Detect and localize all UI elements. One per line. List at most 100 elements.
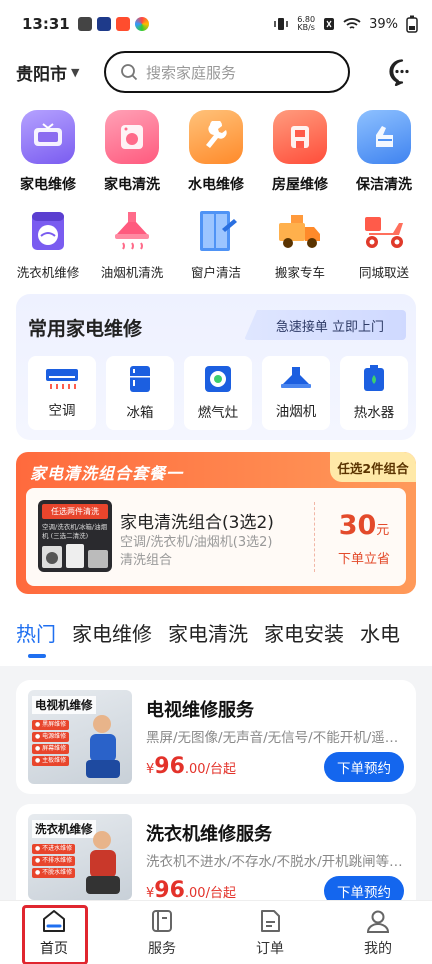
category-tabs: 热门 家电维修 家电清洗 家电安装 水电 <box>16 612 432 666</box>
category-label: 洗衣机维修 <box>16 265 80 280</box>
search-input[interactable]: 搜索家庭服务 <box>104 51 350 93</box>
nav-orders[interactable]: 订单 <box>216 901 324 964</box>
category-washer-repair[interactable]: 洗衣机维修 <box>7 208 89 281</box>
category-label: 水电维修 <box>188 177 244 193</box>
book-button[interactable]: 下单预约 <box>324 752 404 782</box>
category-hood-clean[interactable]: 油烟机清洗 <box>91 208 173 281</box>
appliance-label: 冰箱 <box>126 405 154 421</box>
combo-name: 家电清洗组合(3选2) <box>120 513 274 533</box>
tab-appliance-install[interactable]: 家电安装 <box>264 612 344 656</box>
appliance-water-heater[interactable]: 热水器 <box>340 356 408 430</box>
cleaning-icon <box>357 110 411 164</box>
category-tv-repair[interactable]: 家电维修 <box>7 110 89 194</box>
category-window-clean[interactable]: 窗户清洁 <box>175 208 257 281</box>
service-card[interactable]: 电视机维修 ● 黑屏维修 ● 电源维修 ● 屏幕维修 ● 主板维修 电视维修服务 黑屏… <box>16 680 416 794</box>
category-plumbing-electric[interactable]: 水电维修 <box>175 110 257 194</box>
nav-label: 我的 <box>364 940 392 957</box>
delivery-scooter-icon <box>361 208 407 254</box>
washing-clean-icon <box>105 110 159 164</box>
common-repair-card: 常用家电维修 急速接单 立即上门 空调 冰箱 燃气灶 油烟机 热水器 <box>16 294 416 440</box>
nav-profile[interactable]: 我的 <box>324 901 432 964</box>
nav-service[interactable]: 服务 <box>108 901 216 964</box>
category-label: 窗户清洁 <box>190 265 241 280</box>
battery-icon <box>406 15 418 33</box>
tab-indicator <box>28 654 46 658</box>
appliance-range-hood[interactable]: 油烟机 <box>262 356 330 430</box>
category-house-repair[interactable]: 房屋维修 <box>259 110 341 194</box>
sim-icon <box>324 18 335 30</box>
wifi-icon <box>343 18 361 29</box>
divider <box>314 502 315 572</box>
category-label: 油烟机清洗 <box>100 265 164 280</box>
category-city-delivery[interactable]: 同城取送 <box>343 208 425 281</box>
category-label: 家电维修 <box>20 177 76 193</box>
search-icon <box>121 64 138 81</box>
order-icon <box>261 909 280 932</box>
caret-down-icon: ▼ <box>71 65 80 79</box>
service-desc: 洗衣机不进水/不存水/不脱水/开机跳闸等故障 <box>146 854 408 870</box>
tab-hot[interactable]: 热门 <box>16 612 56 658</box>
appliance-gas-stove[interactable]: 燃气灶 <box>184 356 252 430</box>
fridge-icon <box>130 366 150 392</box>
appliance-label: 空调 <box>48 403 76 419</box>
tab-plumbing[interactable]: 水电 <box>360 612 400 656</box>
appliance-label: 燃气灶 <box>197 405 239 421</box>
bottom-nav: 首页 服务 订单 我的 <box>0 900 432 964</box>
category-label: 保洁清洗 <box>356 177 412 193</box>
combo-order-button[interactable]: 下单立省 <box>326 548 402 567</box>
section-title: 常用家电维修 <box>28 318 143 340</box>
service-thumbnail: 电视机维修 ● 黑屏维修 ● 电源维修 ● 屏幕维修 ● 主板维修 <box>28 690 132 784</box>
service-thumbnail: 洗衣机维修 ● 不进水维修 ● 不排水维修 ● 不脱水维修 <box>28 814 132 900</box>
wrench-icon <box>189 110 243 164</box>
app-notification-icon <box>96 17 111 31</box>
tv-repair-icon <box>21 110 75 164</box>
house-repair-icon <box>273 110 327 164</box>
combo-thumb-sub: 空调/洗衣机/冰箱/油烟机 (三选二清洗) <box>42 523 108 540</box>
combo-package-card[interactable]: 家电清洗组合套餐一 任选2件组合 任选两件清洗 空调/洗衣机/冰箱/油烟机 (三… <box>16 452 416 594</box>
range-hood-icon <box>281 367 311 388</box>
nav-home[interactable]: 首页 <box>0 901 108 964</box>
service-desc: 黑屏/无图像/无声音/无信号/不能开机/遥控器失灵 <box>146 730 408 746</box>
thumb-lines: ● 不进水维修 ● 不排水维修 ● 不脱水维修 <box>32 844 76 880</box>
combo-thumb-title: 任选两件清洗 <box>42 504 108 519</box>
status-bar: 13:31 6.80 KB/s 39% <box>0 0 432 48</box>
service-card[interactable]: 洗衣机维修 ● 不进水维修 ● 不排水维修 ● 不脱水维修 洗衣机维修服务 洗衣机不… <box>16 804 416 906</box>
appliances-image <box>42 544 108 568</box>
tab-appliance-repair[interactable]: 家电维修 <box>72 612 152 656</box>
combo-badge: 任选2件组合 <box>330 452 416 482</box>
appliance-air-conditioner[interactable]: 空调 <box>28 356 96 430</box>
category-grid: 家电维修 家电清洗 水电维修 房屋维修 保洁清洗 洗衣机维修 油烟机清洗 窗户清… <box>0 110 432 281</box>
appliance-fridge[interactable]: 冰箱 <box>106 356 174 430</box>
tab-appliance-clean[interactable]: 家电清洗 <box>168 612 248 656</box>
gas-stove-icon <box>205 366 231 392</box>
quick-order-tag[interactable]: 急速接单 立即上门 <box>244 310 406 340</box>
category-appliance-clean[interactable]: 家电清洗 <box>91 110 173 194</box>
status-right: 6.80 KB/s 39% <box>273 15 418 33</box>
message-icon[interactable] <box>388 58 416 86</box>
header: 贵阳市 ▼ 搜索家庭服务 <box>0 48 432 96</box>
washing-machine-icon <box>25 208 71 254</box>
category-label: 家电清洗 <box>104 177 160 193</box>
thumb-lines: ● 黑屏维修 ● 电源维修 ● 屏幕维修 ● 主板维修 <box>32 720 70 768</box>
service-price: ¥96.00/台起 <box>146 754 236 779</box>
net-speed: 6.80 KB/s <box>297 15 316 32</box>
combo-thumbnail: 任选两件清洗 空调/洗衣机/冰箱/油烟机 (三选二清洗) <box>38 500 112 572</box>
service-title: 洗衣机维修服务 <box>146 824 272 845</box>
service-title: 电视维修服务 <box>146 700 254 721</box>
combo-desc: 空调/洗衣机/油烟机(3选2) 清洗组合 <box>120 534 272 570</box>
category-cleaning[interactable]: 保洁清洗 <box>343 110 425 194</box>
category-moving[interactable]: 搬家专车 <box>259 208 341 281</box>
appliance-label: 热水器 <box>353 405 395 421</box>
category-row-primary: 家电维修 家电清洗 水电维修 房屋维修 保洁清洗 <box>0 110 432 194</box>
nav-label: 服务 <box>148 940 176 957</box>
moving-truck-icon <box>277 208 323 254</box>
city-selector[interactable]: 贵阳市 ▼ <box>16 60 104 85</box>
technician-image <box>86 831 120 894</box>
app-notification-icon <box>134 17 149 31</box>
appliance-row: 空调 冰箱 燃气灶 油烟机 热水器 <box>28 356 408 430</box>
nav-highlight-box <box>22 905 88 964</box>
nav-label: 订单 <box>256 940 284 957</box>
water-heater-icon <box>364 365 384 391</box>
search-placeholder: 搜索家庭服务 <box>146 63 237 82</box>
window-clean-icon <box>193 208 239 254</box>
